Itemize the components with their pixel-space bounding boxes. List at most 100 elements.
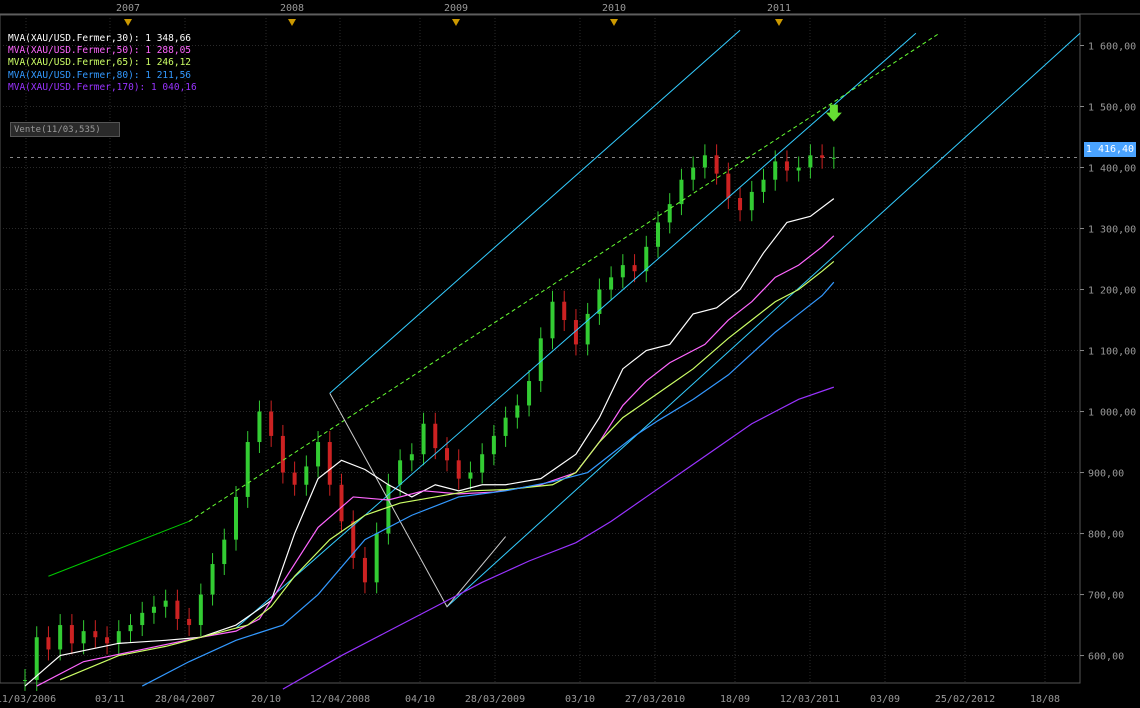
candle-body [515, 405, 520, 418]
candle-body [280, 435, 285, 473]
x-tick-label: 28/03/2009 [465, 694, 525, 705]
x-tick-label: 27/03/2010 [625, 694, 685, 705]
candle-body [445, 448, 449, 461]
y-tick-label: 1 600,00 [1088, 42, 1136, 53]
candle-body [749, 191, 754, 211]
candle-body [761, 179, 766, 192]
candle-body [339, 484, 344, 522]
candle-body [784, 161, 789, 171]
current-price-tag: 1 416,40 [1084, 142, 1136, 157]
candle-body [69, 625, 74, 644]
candle-body [269, 411, 274, 436]
series-line [36, 235, 835, 687]
candle-body [292, 472, 297, 485]
candle-body [620, 265, 625, 278]
candle-body [527, 381, 532, 406]
trend-line [446, 32, 1081, 608]
candle-body [609, 277, 614, 290]
candle-body [796, 167, 801, 171]
candle-body [58, 625, 63, 650]
y-tick-label: 1 300,00 [1088, 225, 1136, 236]
candle-body [93, 631, 98, 638]
candle-body [820, 155, 825, 158]
year-marker-label: 2009 [444, 3, 468, 14]
candle-body [140, 612, 145, 626]
x-tick-label: 03/11 [95, 694, 125, 705]
candle-body [480, 454, 485, 473]
candle-body [409, 454, 414, 461]
x-tick-label: 12/04/2008 [310, 694, 370, 705]
legend-mva50: MVA(XAU/USD.Fermer,50): 1 288,05 [8, 45, 192, 57]
candle-body [421, 423, 426, 455]
candle-body [46, 637, 51, 650]
y-tick-label: 1 400,00 [1088, 164, 1136, 175]
candle-body [491, 435, 496, 455]
candle-body [656, 222, 660, 247]
price-chart[interactable]: 600,00 700,00 800,00 900,00 1 000,00 1 100,00… [0, 0, 1140, 708]
y-tick-label: 900,00 [1088, 469, 1124, 480]
candle-body [691, 167, 696, 180]
candle-body [128, 625, 133, 632]
x-tick-label: 28/04/2007 [155, 694, 215, 705]
y-tick-label: 800,00 [1088, 530, 1124, 541]
legend-mva170: MVA(XAU/USD.Fermer,170): 1 040,16 [8, 81, 197, 93]
candle-body [151, 606, 156, 613]
candle-body [702, 155, 707, 168]
x-tick-label: 03/10 [565, 694, 595, 705]
candle-body [198, 594, 203, 626]
series-line [282, 386, 835, 690]
candle-body [81, 631, 86, 644]
trend-line [329, 29, 741, 394]
year-marker-label: 2011 [767, 3, 791, 14]
candle-body [210, 564, 215, 595]
candle-body [714, 155, 719, 174]
x-tick-label: 18/09 [720, 694, 750, 705]
candle-body [116, 631, 121, 644]
candle-body [398, 460, 403, 485]
candle-body [468, 472, 473, 479]
candle-body [362, 557, 367, 583]
y-tick-label: 1 500,00 [1088, 103, 1136, 114]
y-tick-label: 1 200,00 [1088, 286, 1136, 297]
candle-body [327, 442, 332, 485]
x-tick-label: 12/03/2011 [780, 694, 840, 705]
candle-body [34, 637, 39, 680]
candle-body [23, 679, 27, 681]
y-tick-label: 700,00 [1088, 591, 1124, 602]
candle-body [433, 423, 438, 449]
legend-mva65: MVA(XAU/USD.Fermer,65): 1 246,12 [8, 57, 192, 69]
candle-body [105, 637, 110, 644]
x-tick-label: 03/09 [870, 694, 900, 705]
trend-line [48, 520, 190, 577]
candle-body [374, 533, 379, 583]
x-tick-label: 18/08 [1030, 694, 1060, 705]
y-tick-label: 1 000,00 [1088, 408, 1136, 419]
candle-body [187, 618, 192, 626]
candle-body [304, 466, 309, 485]
candle-body [503, 417, 508, 436]
candle-body [773, 161, 778, 180]
candle-body [726, 173, 731, 199]
year-marker-triangle [288, 19, 296, 26]
year-marker-label: 2007 [116, 3, 140, 14]
year-marker-triangle [124, 19, 132, 26]
x-tick-label: 25/02/2012 [935, 694, 995, 705]
candle-body [222, 539, 227, 565]
candle-body [163, 600, 168, 607]
down-arrow-icon [825, 104, 842, 122]
trend-line [235, 32, 917, 629]
candle-body [831, 157, 836, 159]
candle-body [234, 496, 238, 540]
candle-body [175, 600, 180, 619]
legend-mva80: MVA(XAU/USD.Fermer,80): 1 211,56 [8, 69, 192, 81]
x-tick-label: 20/10 [251, 694, 281, 705]
year-marker-triangle [775, 19, 783, 26]
candle-body [562, 301, 567, 321]
year-marker-triangle [452, 19, 460, 26]
year-marker-label: 2008 [280, 3, 304, 14]
year-marker-triangle [610, 19, 618, 26]
vente-order-label[interactable]: Vente(11/03,535) [10, 122, 120, 137]
candle-body [738, 198, 743, 211]
candle-body [456, 460, 461, 479]
x-tick-label: 04/10 [405, 694, 435, 705]
